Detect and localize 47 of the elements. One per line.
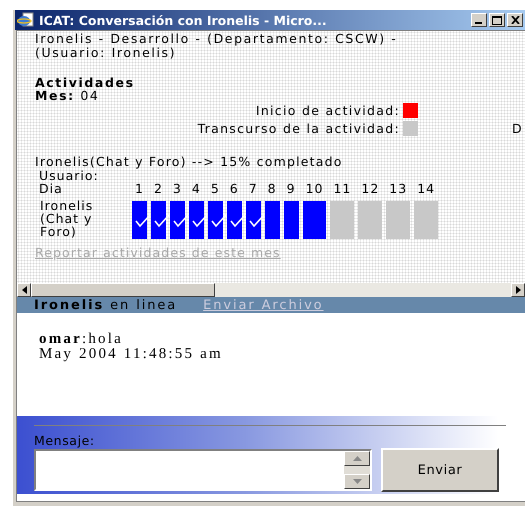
window-title: ICAT: Conversación con Ironelis - Micro... xyxy=(39,12,328,28)
legend-label: Transcurso de la actividad: xyxy=(196,121,401,136)
user-info-text: Ironelis - Desarrollo - (Departamento: CSCW) - (Usuario: Ironelis) xyxy=(35,32,398,60)
day-header: 10 xyxy=(304,180,324,195)
scroll-left-button[interactable] xyxy=(17,283,31,297)
month-text: Mes: 04 xyxy=(35,89,100,102)
day-header: 11 xyxy=(332,180,352,195)
minimize-button[interactable] xyxy=(471,13,487,27)
day-header: 4 xyxy=(190,180,202,195)
day-header: 9 xyxy=(286,180,297,195)
column-header: Usuario: Dia xyxy=(39,169,100,195)
right-arrow-icon xyxy=(516,286,520,294)
scroll-down-button[interactable] xyxy=(344,474,370,489)
message-field[interactable] xyxy=(34,449,372,491)
presence-text: Ironelis en linea xyxy=(34,298,178,312)
scroll-right-button[interactable] xyxy=(511,283,525,297)
section-title: Actividades xyxy=(35,76,136,89)
down-arrow-icon xyxy=(352,479,362,484)
send-button[interactable]: Enviar xyxy=(381,448,499,492)
message-label: Mensaje: xyxy=(34,433,96,448)
message-timestamp: May 2004 11:48:55 am xyxy=(39,347,224,362)
day-header: 1 xyxy=(134,180,145,195)
close-button[interactable] xyxy=(507,13,523,27)
day-header: 12 xyxy=(360,180,380,195)
browser-icon xyxy=(17,12,35,28)
up-arrow-icon xyxy=(352,456,362,461)
day-header: 14 xyxy=(416,180,436,195)
day-header: 5 xyxy=(210,180,221,195)
horizontal-scrollbar[interactable] xyxy=(17,283,525,297)
day-header: 13 xyxy=(388,180,408,195)
maximize-icon xyxy=(492,16,502,24)
day-header: 6 xyxy=(228,180,240,195)
legend-label: Inicio de actividad: xyxy=(254,103,401,118)
scroll-up-button[interactable] xyxy=(344,451,370,466)
send-file-link[interactable]: Enviar Archivo xyxy=(203,298,324,312)
day-header: 2 xyxy=(152,180,164,195)
progress-title: Ironelis(Chat y Foro) --> 15% completado xyxy=(35,154,344,169)
day-header: 3 xyxy=(172,180,183,195)
left-arrow-icon xyxy=(22,286,26,294)
row-label: Ironelis (Chat y Foro) xyxy=(39,197,94,239)
legend-label: D xyxy=(512,121,524,136)
message-text: omar:hola xyxy=(39,332,124,347)
close-icon xyxy=(510,16,520,24)
maximize-button[interactable] xyxy=(489,13,505,27)
scrollbar-thumb[interactable] xyxy=(31,283,215,297)
day-header: 7 xyxy=(248,180,259,195)
day-header: 8 xyxy=(266,180,278,195)
